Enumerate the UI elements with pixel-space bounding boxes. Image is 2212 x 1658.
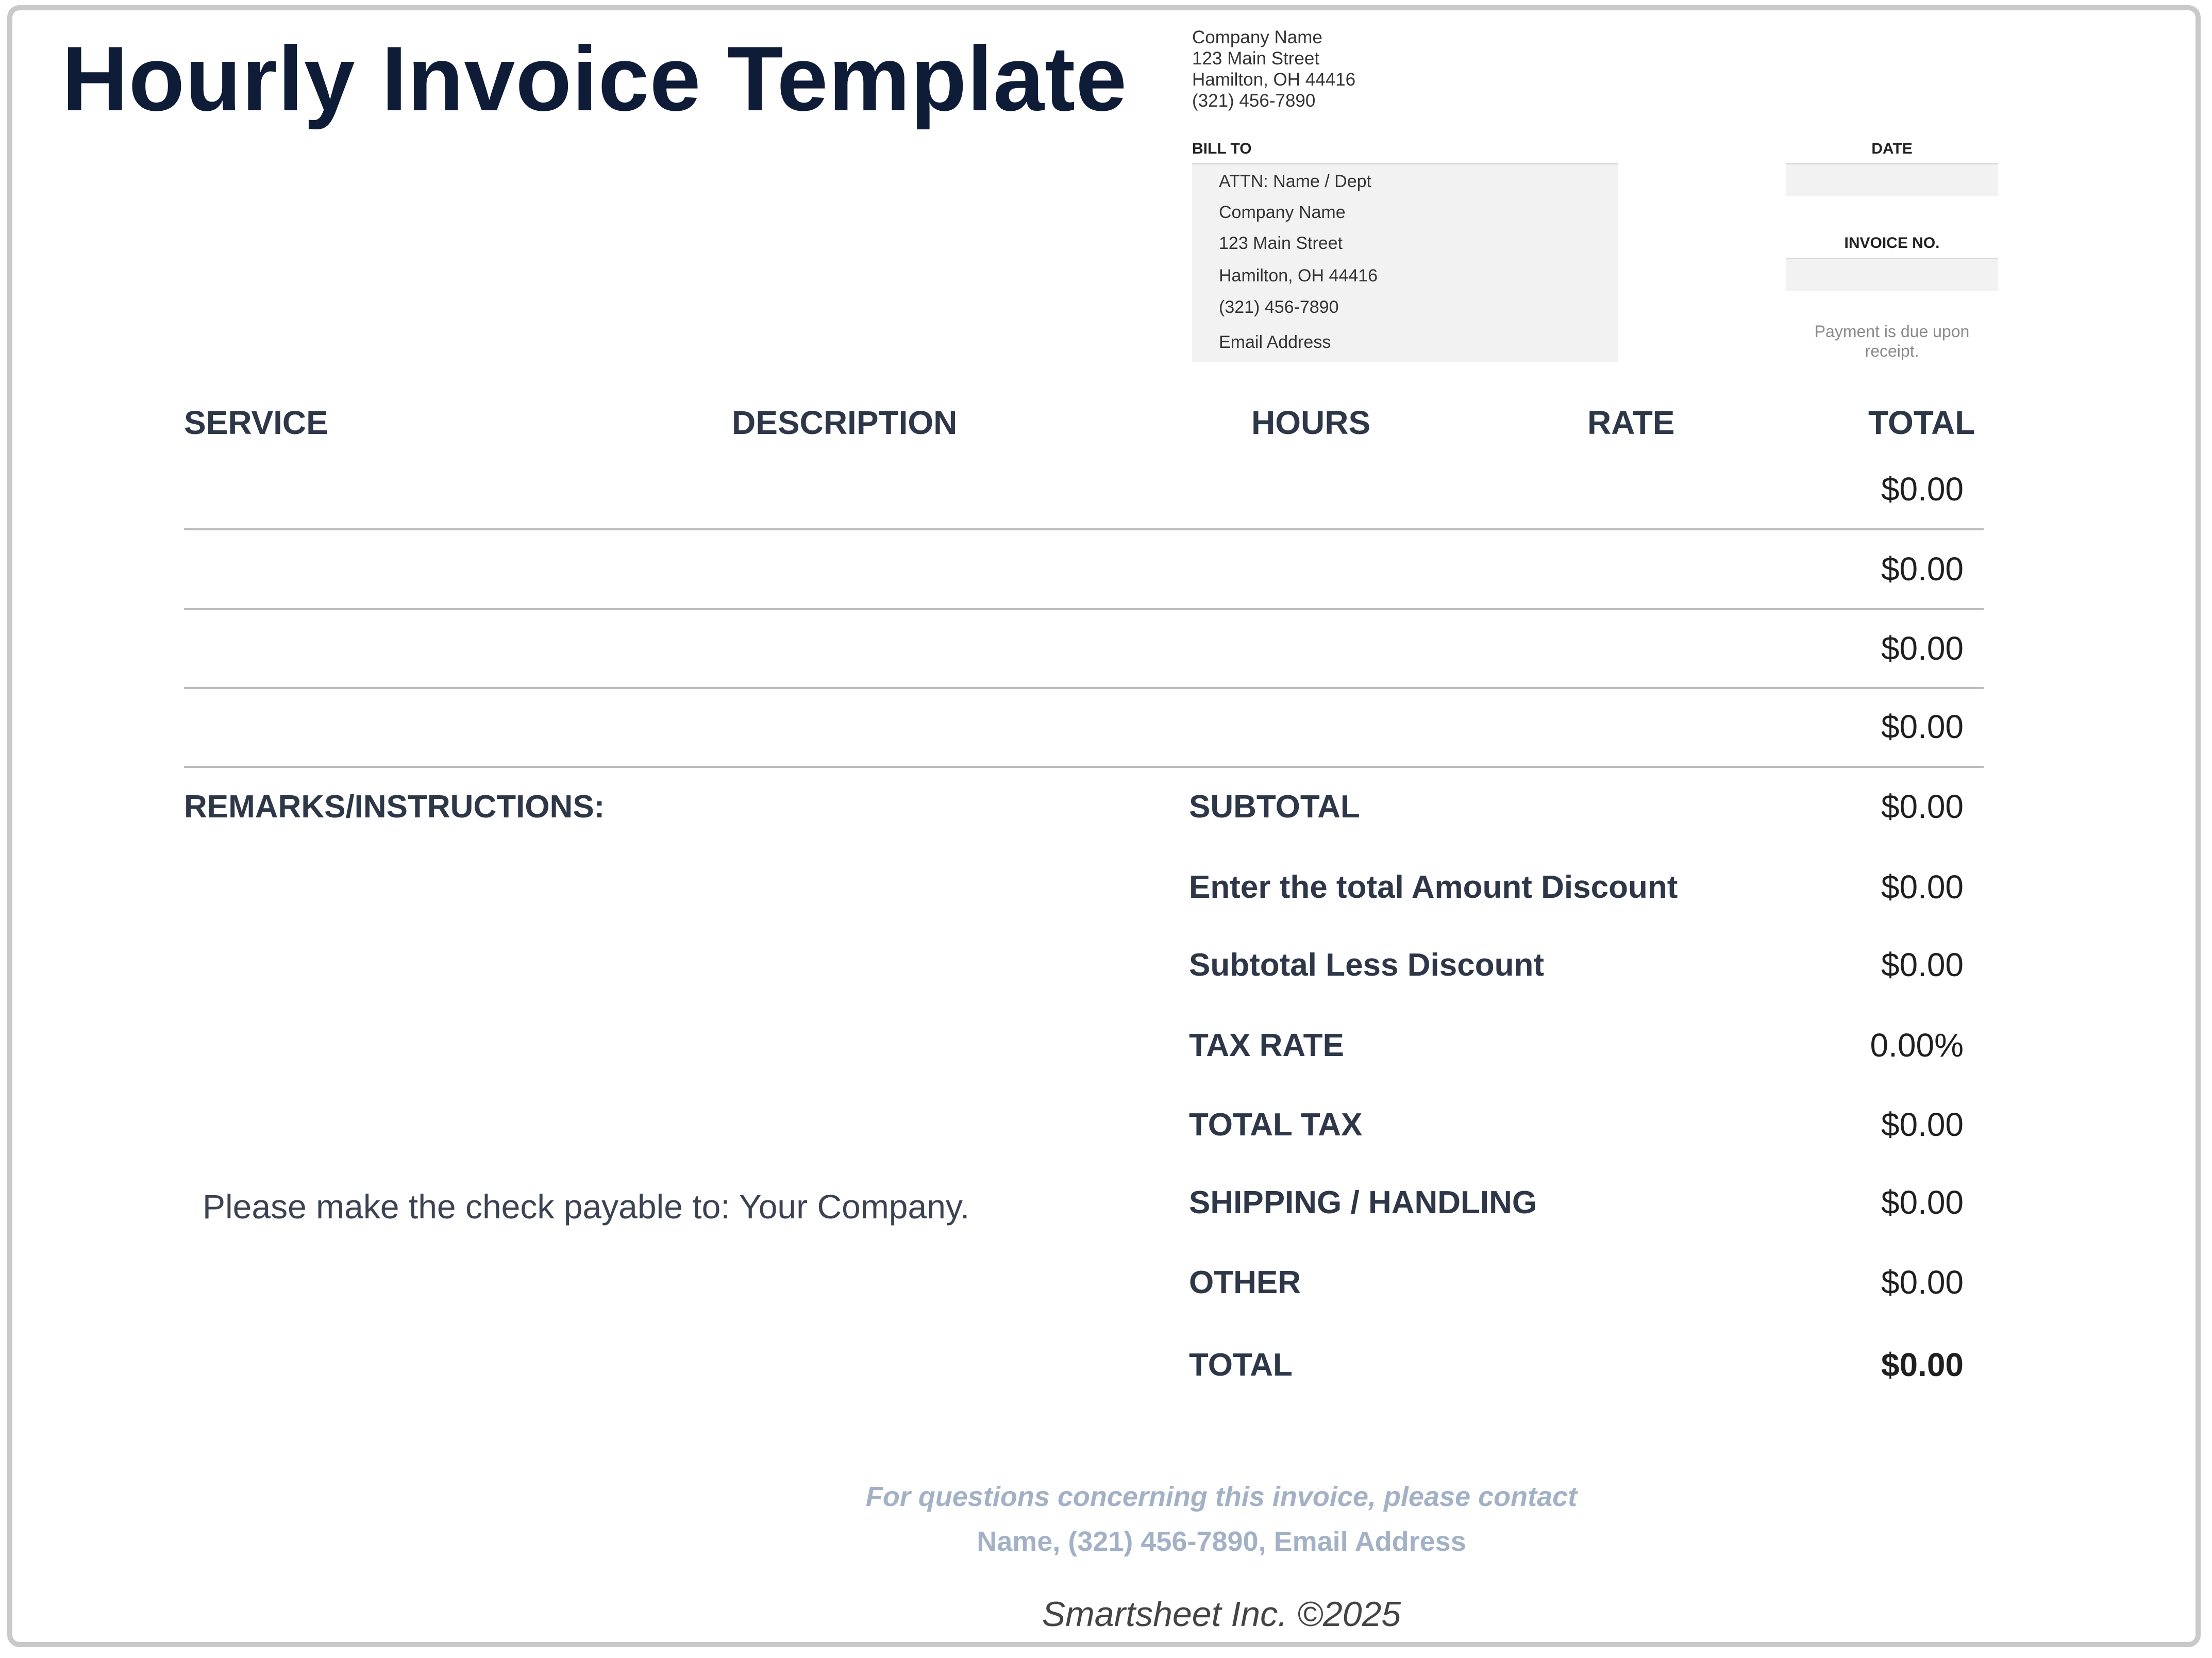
bill-to-email[interactable]: Email Address [1219,332,1331,353]
contact-line-2: Name, (321) 456-7890, Email Address [977,1526,1466,1557]
subtotal-less-discount-label: Subtotal Less Discount [1189,947,1544,983]
header-hours: HOURS [1251,404,1371,441]
subtotal-value: $0.00 [1881,788,1964,825]
row-4-total[interactable]: $0.00 [1706,708,1964,746]
date-field[interactable] [1786,163,1998,196]
header-total: TOTAL [1868,404,1975,441]
bill-to-city[interactable]: Hamilton, OH 44416 [1219,266,1378,286]
company-address-block: Company Name 123 Main Street Hamilton, O… [1192,27,1355,111]
row-1-total[interactable]: $0.00 [1706,470,1964,508]
footer-copyright: Smartsheet Inc. ©2025 [1042,1595,1401,1634]
tax-rate-value[interactable]: 0.00% [1706,1026,1964,1064]
shipping-value[interactable]: $0.00 [1706,1183,1964,1221]
row-divider [184,687,1984,689]
bill-to-attn[interactable]: ATTN: Name / Dept [1219,172,1371,192]
header-service: SERVICE [184,404,328,441]
grand-total-value: $0.00 [1881,1346,1964,1383]
row-2-total[interactable]: $0.00 [1706,550,1964,588]
header-description: DESCRIPTION [732,404,958,441]
total-tax-label: TOTAL TAX [1189,1107,1363,1143]
invoice-no-label: INVOICE NO. [1844,235,1940,252]
header-rate: RATE [1587,404,1675,441]
remarks-label: REMARKS/INSTRUCTIONS: [184,789,605,825]
bill-to-street[interactable]: 123 Main Street [1219,233,1343,254]
discount-label: Enter the total Amount Discount [1189,869,1678,905]
company-name: Company Name [1192,27,1322,47]
company-phone: (321) 456-7890 [1192,91,1316,111]
contact-line-1: For questions concerning this invoice, p… [865,1481,1578,1512]
invoice-no-field[interactable] [1786,258,1998,291]
page-title: Hourly Invoice Template [62,27,1128,130]
row-divider [184,608,1984,610]
subtotal-label: SUBTOTAL [1189,789,1360,825]
total-tax-value: $0.00 [1881,1106,1964,1143]
bill-to-phone[interactable]: (321) 456-7890 [1219,297,1339,317]
company-street: 123 Main Street [1192,48,1320,69]
tax-rate-label: TAX RATE [1189,1028,1344,1063]
other-label: OTHER [1189,1265,1301,1300]
bill-to-label: BILL TO [1192,140,1252,157]
subtotal-less-discount-value: $0.00 [1881,946,1964,983]
row-divider [184,528,1984,530]
grand-total-label: TOTAL [1189,1347,1293,1383]
payment-note: Payment is due upon receipt. [1814,322,1970,360]
discount-value[interactable]: $0.00 [1706,868,1964,906]
bill-to-box[interactable]: ATTN: Name / Dept Company Name 123 Main … [1192,163,1618,362]
bill-to-company[interactable]: Company Name [1219,203,1346,223]
company-city: Hamilton, OH 44416 [1192,70,1356,90]
shipping-label: SHIPPING / HANDLING [1189,1185,1537,1220]
row-divider [184,766,1984,768]
date-label: DATE [1871,140,1913,157]
other-value[interactable]: $0.00 [1706,1263,1964,1301]
row-3-total[interactable]: $0.00 [1706,629,1964,667]
payable-note: Please make the check payable to: Your C… [203,1187,970,1226]
